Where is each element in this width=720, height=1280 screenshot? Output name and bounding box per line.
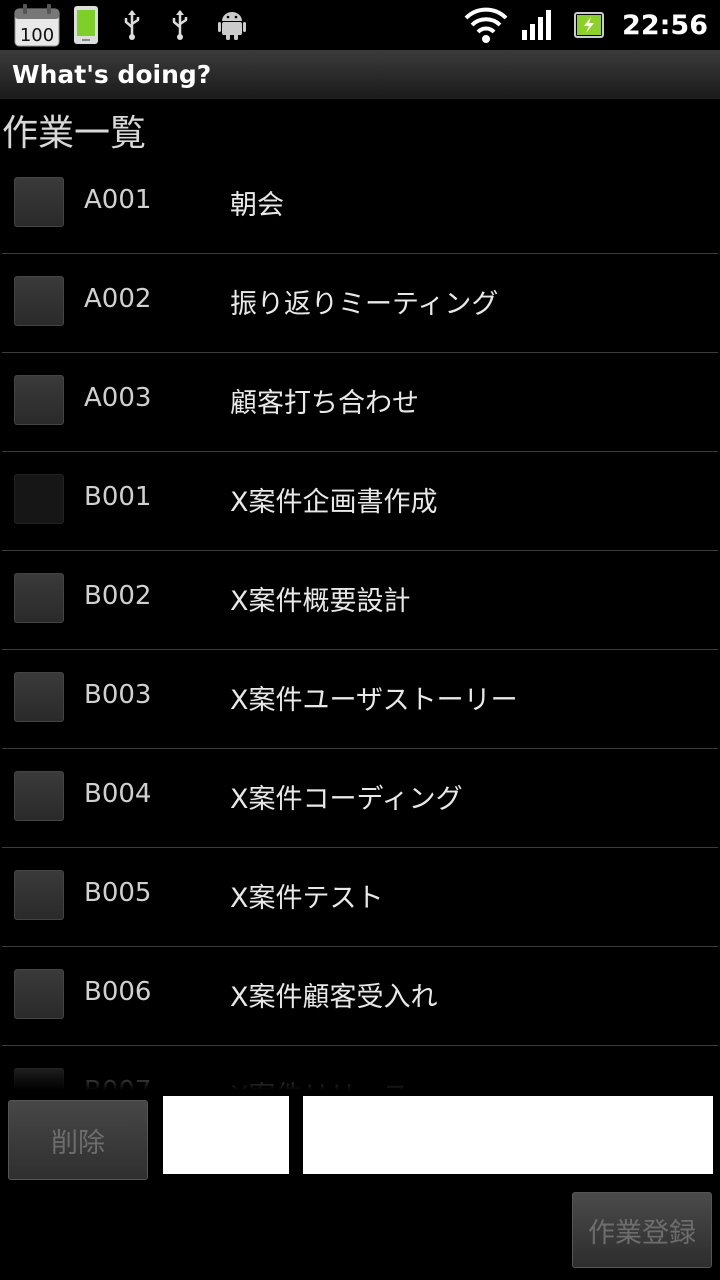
list-item[interactable]: B002 X案件概要設計 xyxy=(2,551,718,650)
task-checkbox[interactable] xyxy=(14,276,64,326)
task-name-input[interactable] xyxy=(303,1096,713,1174)
task-name: X案件コーディング xyxy=(230,784,463,815)
task-code: B004 xyxy=(84,779,152,809)
android-icon xyxy=(218,9,246,41)
task-checkbox[interactable] xyxy=(14,672,64,722)
task-code: A001 xyxy=(84,185,152,215)
register-task-button[interactable]: 作業登録 xyxy=(572,1192,712,1268)
list-item[interactable]: A001 朝会 xyxy=(2,155,718,254)
task-name: 振り返りミーティング xyxy=(230,289,499,320)
battery-badge: 100 xyxy=(20,25,54,46)
signal-icon xyxy=(522,10,554,40)
task-code: B007 xyxy=(84,1076,151,1090)
task-name: X案件ユーザストーリー xyxy=(230,685,518,716)
task-name: X案件企画書作成 xyxy=(230,487,438,518)
list-item[interactable]: A003 顧客打ち合わせ xyxy=(2,353,718,452)
list-item[interactable]: B004 X案件コーディング xyxy=(2,749,718,848)
task-checkbox[interactable] xyxy=(14,375,64,425)
app-title: What's doing? xyxy=(12,59,212,89)
task-name: X案件リリース xyxy=(230,1074,409,1090)
section-title: 作業一覧 xyxy=(2,113,147,154)
task-name: 朝会 xyxy=(230,190,284,221)
task-checkbox[interactable] xyxy=(14,771,64,821)
task-code: B002 xyxy=(84,581,152,611)
task-code: A002 xyxy=(84,284,152,314)
status-time: 22:56 xyxy=(622,9,708,41)
task-name: X案件顧客受入れ xyxy=(230,982,438,1013)
delete-button[interactable]: 削除 xyxy=(8,1100,148,1180)
list-item[interactable]: B005 X案件テスト xyxy=(2,848,718,947)
phone-icon xyxy=(72,5,100,45)
task-checkbox[interactable] xyxy=(14,474,64,524)
task-checkbox[interactable] xyxy=(14,1068,64,1090)
task-code: B001 xyxy=(84,482,152,512)
task-checkbox[interactable] xyxy=(14,177,64,227)
list-item[interactable]: B007 X案件リリース xyxy=(2,1046,718,1090)
task-checkbox[interactable] xyxy=(14,969,64,1019)
usb-icon xyxy=(170,9,190,41)
status-bar: 100 22:56 xyxy=(0,0,720,50)
task-code: B003 xyxy=(84,680,152,710)
title-bar: What's doing? xyxy=(0,50,720,99)
calendar-battery-icon: 100 xyxy=(14,3,60,47)
list-item[interactable]: B003 X案件ユーザストーリー xyxy=(2,650,718,749)
task-checkbox[interactable] xyxy=(14,573,64,623)
task-list[interactable]: A001 朝会 A002 振り返りミーティング A003 顧客打ち合わせ B00… xyxy=(0,155,720,1090)
battery-icon xyxy=(574,12,605,38)
wifi-icon xyxy=(464,6,508,44)
list-item[interactable]: A002 振り返りミーティング xyxy=(2,254,718,353)
task-code: B005 xyxy=(84,878,152,908)
task-checkbox[interactable] xyxy=(14,870,64,920)
task-name: X案件概要設計 xyxy=(230,586,411,617)
task-name: X案件テスト xyxy=(230,883,384,914)
task-code: A003 xyxy=(84,383,152,413)
usb-icon xyxy=(122,9,142,41)
list-item[interactable]: B006 X案件顧客受入れ xyxy=(2,947,718,1046)
task-code: B006 xyxy=(84,977,152,1007)
task-code-input[interactable] xyxy=(163,1096,289,1174)
list-item[interactable]: B001 X案件企画書作成 xyxy=(2,452,718,551)
task-name: 顧客打ち合わせ xyxy=(230,388,419,419)
